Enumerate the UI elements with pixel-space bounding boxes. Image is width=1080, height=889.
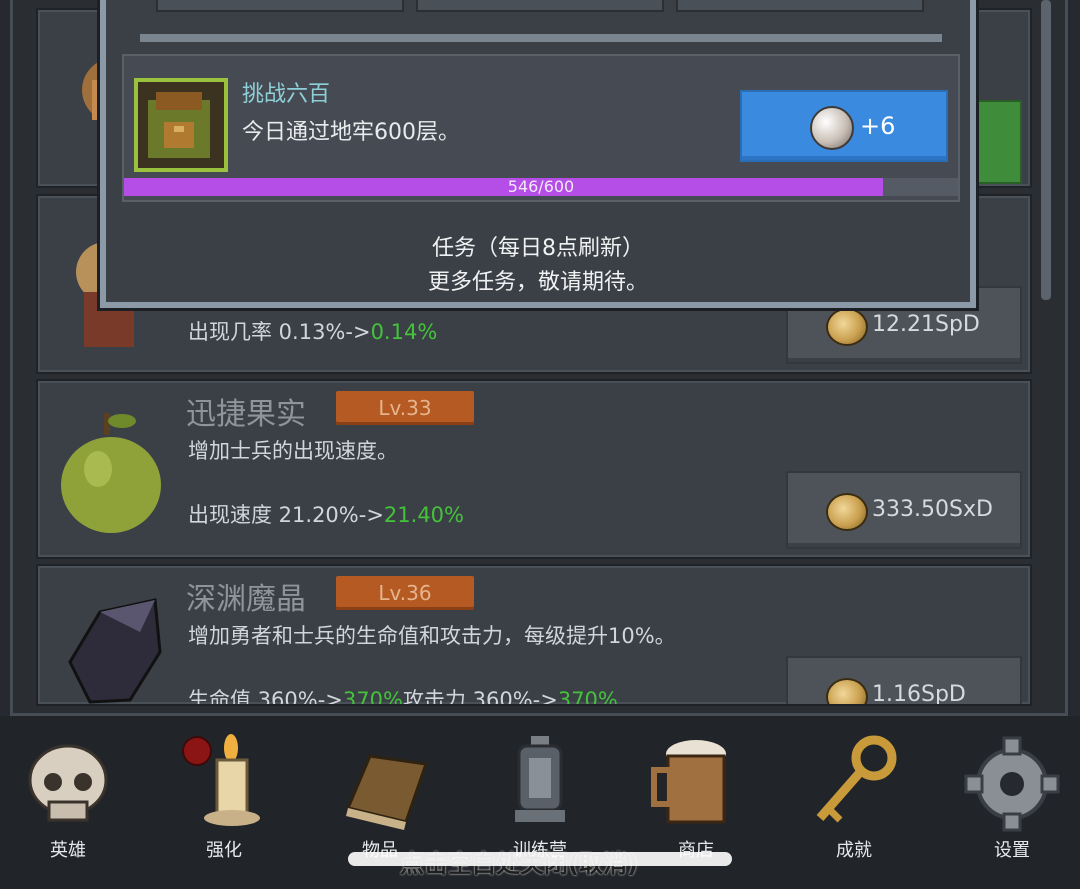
nav-label: 强化: [206, 840, 242, 861]
price-label: 333.50SxD: [872, 497, 993, 522]
stat-label: 攻击力 360%->: [402, 688, 558, 706]
quest-description: 今日通过地牢600层。: [242, 120, 460, 145]
level-badge: Lv.36: [336, 576, 474, 610]
nav-item-items[interactable]: 物品: [320, 728, 440, 861]
quest-refresh-info: 任务（每日8点刷新）: [432, 236, 644, 261]
stat-line: 出现几率 0.13%->0.14%: [188, 316, 437, 346]
nav-item-settings[interactable]: 设置: [952, 728, 1072, 861]
stat-new-value: 0.14%: [370, 320, 438, 344]
stat-label: 出现速度 21.20%->: [188, 503, 384, 527]
item-name: 迅捷果实: [186, 397, 306, 432]
nav-item-shop[interactable]: 商店: [636, 728, 756, 861]
quest-progress-bar: 546/600: [124, 178, 958, 196]
stat-new-value: 370%: [557, 688, 618, 706]
mug-icon: [651, 740, 726, 824]
price-label: 1.16SpD: [872, 682, 966, 706]
quest-item: 挑战六百 今日通过地牢600层。 +6 546/600: [122, 54, 960, 202]
notification-badge: [182, 736, 212, 766]
apple-icon: [61, 413, 161, 533]
price-label: 12.21SpD: [872, 312, 980, 337]
nav-item-heroes[interactable]: 英雄: [8, 728, 128, 861]
stat-new-value: 21.40%: [383, 503, 464, 527]
popup-tab[interactable]: [156, 0, 404, 12]
nav-item-achievements[interactable]: 成就: [794, 728, 914, 861]
book-icon: [345, 754, 429, 830]
item-description: 增加士兵的出现速度。: [188, 439, 398, 463]
popup-tab[interactable]: [416, 0, 664, 12]
progress-text: 546/600: [507, 177, 575, 196]
list-scrollbar[interactable]: [1041, 0, 1051, 300]
coin-icon: [826, 493, 868, 531]
crystal-icon: [68, 598, 162, 704]
buy-button[interactable]: 333.50SxD: [786, 471, 1022, 549]
stat-line: 出现速度 21.20%->21.40%: [188, 499, 464, 529]
home-indicator[interactable]: [348, 852, 732, 866]
skull-icon: [28, 744, 108, 822]
nav-item-enhance[interactable]: 强化: [164, 728, 284, 861]
popup-divider: [140, 34, 942, 42]
stat-label: 出现几率 0.13%->: [188, 320, 371, 344]
item-name: 深渊魔晶: [186, 582, 306, 617]
pearl-icon: [810, 106, 854, 150]
nav-item-training[interactable]: 训练营: [480, 728, 600, 861]
stat-line: 生命值 360%->370%攻击力 360%->370%: [188, 684, 618, 706]
coin-icon: [826, 678, 868, 704]
gear-icon: [964, 736, 1060, 832]
key-icon: [816, 735, 897, 823]
lantern-icon: [515, 736, 565, 822]
nav-label: 英雄: [50, 840, 86, 861]
quest-title: 挑战六百: [242, 82, 331, 107]
coin-icon: [826, 308, 868, 346]
daily-quest-popup: 挑战六百 今日通过地牢600层。 +6 546/600 任务（每日8点刷新） 更…: [100, 0, 976, 308]
nav-label: 设置: [994, 840, 1030, 861]
stat-new-value: 370%: [342, 688, 403, 706]
upgrade-card: 深渊魔晶 Lv.36 增加勇者和士兵的生命值和攻击力，每级提升10%。 生命值 …: [36, 564, 1032, 706]
popup-tab[interactable]: [676, 0, 924, 12]
level-badge: Lv.33: [336, 391, 474, 425]
item-description: 增加勇者和士兵的生命值和攻击力，每级提升10%。: [188, 624, 676, 648]
buy-button[interactable]: 1.16SpD: [786, 656, 1022, 706]
nav-label: 成就: [836, 840, 872, 861]
quest-icon-frame: [134, 78, 228, 172]
backpack-icon: [138, 82, 224, 168]
reward-amount: +6: [860, 112, 896, 140]
quest-more-info: 更多任务，敬请期待。: [427, 270, 648, 295]
stat-label: 生命值 360%->: [188, 688, 343, 706]
upgrade-card: 迅捷果实 Lv.33 增加士兵的出现速度。 出现速度 21.20%->21.40…: [36, 379, 1032, 559]
claim-reward-button[interactable]: +6: [740, 90, 948, 162]
